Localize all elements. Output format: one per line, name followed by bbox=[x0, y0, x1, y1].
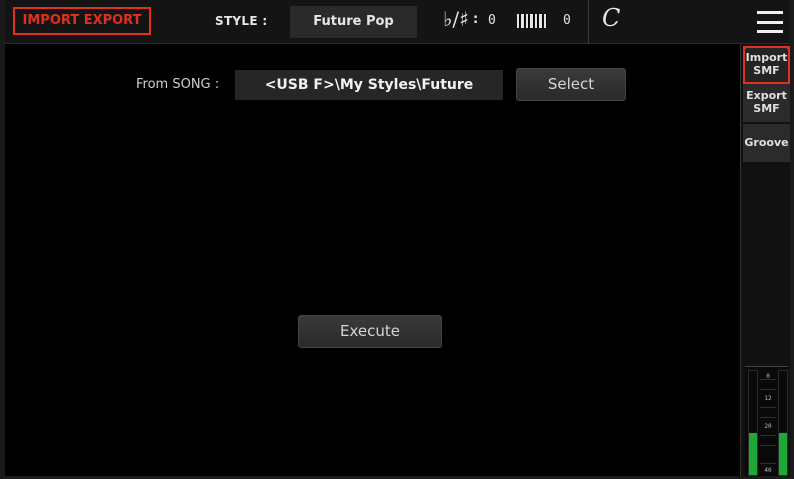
meter-tick: 20 bbox=[764, 423, 772, 430]
tab-label-line2: SMF bbox=[753, 102, 780, 115]
style-label: STYLE : bbox=[215, 14, 268, 28]
header-divider bbox=[588, 0, 589, 44]
meter-tick: 12 bbox=[764, 395, 772, 402]
level-meter: 0 12 20 40 bbox=[745, 366, 788, 476]
meter-right-fill bbox=[779, 433, 787, 475]
header-bar: IMPORT EXPORT STYLE : Future Pop ♭/♯ : 0… bbox=[5, 0, 790, 44]
execute-button[interactable]: Execute bbox=[298, 315, 442, 348]
keyboard-icon[interactable] bbox=[517, 14, 547, 28]
page-title[interactable]: IMPORT EXPORT bbox=[13, 7, 151, 35]
from-song-label: From SONG : bbox=[136, 77, 220, 92]
tab-label-line1: Export bbox=[746, 89, 787, 102]
tab-label-line2: SMF bbox=[753, 64, 780, 77]
meter-left-channel bbox=[748, 370, 758, 476]
meter-left-fill bbox=[749, 433, 757, 475]
scale-icon[interactable]: C bbox=[602, 4, 620, 32]
transpose-colon: : bbox=[473, 12, 479, 27]
source-path-field[interactable]: <USB F>\My Styles\Future bbox=[235, 70, 503, 100]
tab-groove[interactable]: Groove bbox=[743, 124, 790, 162]
transpose-value: 0 bbox=[488, 13, 496, 28]
tab-import-smf[interactable]: Import SMF bbox=[743, 46, 790, 84]
style-name-field[interactable]: Future Pop bbox=[290, 6, 417, 38]
meter-tick: 40 bbox=[764, 467, 772, 474]
meter-scale: 0 12 20 40 bbox=[760, 367, 776, 477]
select-button[interactable]: Select bbox=[516, 68, 626, 101]
tab-label-line1: Groove bbox=[744, 136, 789, 149]
meter-right-channel bbox=[778, 370, 788, 476]
tab-label-line1: Import bbox=[745, 51, 788, 64]
menu-icon[interactable] bbox=[756, 8, 784, 36]
octave-value: 0 bbox=[563, 13, 571, 28]
tab-export-smf[interactable]: Export SMF bbox=[743, 84, 790, 122]
meter-tick: 0 bbox=[766, 373, 770, 380]
transpose-icon[interactable]: ♭/♯ bbox=[443, 7, 469, 31]
